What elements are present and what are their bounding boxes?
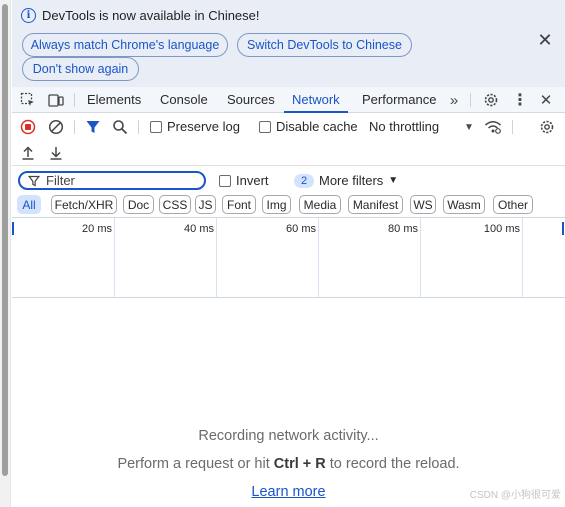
caret-down-icon: ▼ [388,175,399,186]
more-filters-count-badge: 2 [294,174,314,188]
type-filter-font[interactable]: Font [222,195,256,214]
invert-checkbox[interactable]: Invert [219,173,269,188]
clear-icon[interactable] [47,118,65,136]
settings-gear-icon[interactable] [483,92,499,108]
toolbar-divider [512,120,513,134]
type-filter-media[interactable]: Media [299,195,341,214]
more-tabs-icon[interactable]: » [446,92,462,109]
reload-hint-suffix: to record the reload. [325,456,460,472]
tab-console[interactable]: Console [160,87,208,113]
filter-input[interactable]: Filter [18,171,206,190]
reload-hint-prefix: Perform a request or hit [117,456,274,472]
filter-placeholder: Filter [46,173,75,188]
timeline-gridline [216,218,217,298]
tab-sources[interactable]: Sources [227,87,275,113]
close-devtools-icon[interactable]: ✕ [538,92,554,109]
dont-show-again-button[interactable]: Don't show again [22,57,139,81]
more-options-icon[interactable]: ⋮ [512,92,528,109]
watermark: CSDN @小狗很可爱 [469,490,561,501]
tabbar-divider [74,93,75,107]
network-overview-timeline[interactable]: 20 ms 40 ms 60 ms 80 ms 100 ms [12,217,565,298]
preserve-log-checkbox[interactable]: Preserve log [150,119,240,134]
filter-funnel-icon[interactable] [84,118,102,136]
info-icon: i [21,8,36,23]
tab-network[interactable]: Network [284,87,348,113]
inspect-element-icon[interactable] [20,92,36,108]
network-settings-gear-icon[interactable] [538,118,556,136]
stop-recording-icon[interactable] [19,118,37,136]
switch-to-chinese-button[interactable]: Switch DevTools to Chinese [237,33,412,57]
timeline-tick-label: 60 ms [286,223,316,235]
chevron-down-icon[interactable]: ▼ [460,118,478,136]
type-filter-other[interactable]: Other [493,195,533,214]
preserve-log-label: Preserve log [167,119,240,134]
reload-hint: Perform a request or hit Ctrl + R to rec… [12,456,565,472]
infobar-message-row: i DevTools is now available in Chinese! [21,8,260,23]
timeline-gridline [522,218,523,298]
disable-cache-label: Disable cache [276,119,358,134]
tabbar-divider [470,93,471,107]
export-har-download-icon[interactable] [47,144,65,162]
tab-performance[interactable]: Performance [362,87,436,113]
always-match-language-button[interactable]: Always match Chrome's language [22,33,228,57]
close-icon[interactable]: ✕ [537,31,553,49]
throttling-select[interactable]: No throttling [369,119,439,134]
resource-type-filters: All Fetch/XHR Doc CSS JS Font Img Media … [12,194,565,216]
reload-shortcut: Ctrl + R [273,456,326,472]
type-filter-fetch-xhr[interactable]: Fetch/XHR [51,195,117,214]
type-filter-img[interactable]: Img [262,195,291,214]
left-scrollbar[interactable] [0,0,11,507]
type-filter-all[interactable]: All [17,195,41,214]
scrollbar-thumb[interactable] [2,4,8,476]
type-filter-js[interactable]: JS [195,195,216,214]
timeline-tick-label: 20 ms [82,223,112,235]
filter-funnel-icon [28,175,40,186]
import-har-upload-icon[interactable] [19,144,37,162]
type-filter-wasm[interactable]: Wasm [443,195,485,214]
type-filter-manifest[interactable]: Manifest [348,195,403,214]
checkbox-box[interactable] [219,174,231,187]
timeline-gridline [114,218,115,298]
toolbar-divider [74,120,75,134]
filter-row: Filter Invert 2 More filters ▼ [12,166,565,194]
timeline-gridline [420,218,421,298]
throttling-value: No throttling [369,119,440,134]
timeline-gridline [318,218,319,298]
checkbox-box[interactable] [259,120,271,133]
devtools-panel: i DevTools is now available in Chinese! … [12,0,565,507]
more-filters-dropdown[interactable]: More filters ▼ [319,173,398,188]
checkbox-box[interactable] [150,120,162,133]
disable-cache-checkbox[interactable]: Disable cache [259,119,358,134]
devtools-tabbar: Elements Console Sources Network Perform… [12,87,565,113]
type-filter-css[interactable]: CSS [159,195,191,214]
timeline-left-handle[interactable] [12,222,14,235]
device-toolbar-icon[interactable] [48,92,64,108]
toolbar-divider [138,120,139,134]
type-filter-doc[interactable]: Doc [123,195,154,214]
timeline-tick-label: 80 ms [388,223,418,235]
network-toolbar: Preserve log Disable cache No throttling… [12,113,565,141]
timeline-tick-label: 40 ms [184,223,214,235]
tab-elements[interactable]: Elements [87,87,141,113]
invert-label: Invert [236,173,269,188]
language-infobar: i DevTools is now available in Chinese! … [12,0,565,87]
type-filter-ws[interactable]: WS [410,195,436,214]
import-export-toolbar [12,141,565,166]
search-icon[interactable] [111,118,129,136]
network-conditions-wifi-icon[interactable] [484,118,502,136]
timeline-right-handle[interactable] [562,222,564,235]
recording-message: Recording network activity... [198,428,379,444]
more-filters-label: More filters [319,173,384,188]
infobar-message: DevTools is now available in Chinese! [42,8,260,23]
timeline-tick-label: 100 ms [483,223,520,235]
